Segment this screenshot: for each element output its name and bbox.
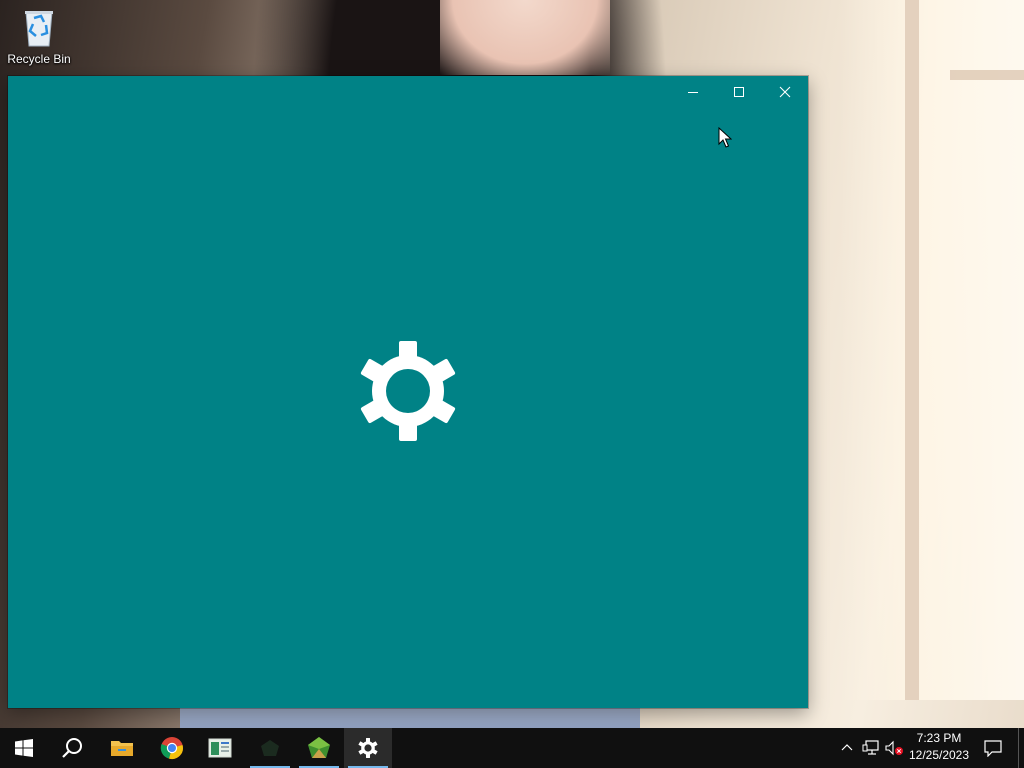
app-window-icon [208,738,232,758]
taskbar-app[interactable] [196,728,244,768]
tray-network[interactable] [861,738,881,758]
taskbar-clock[interactable]: 7:23 PM 12/25/2023 [904,730,974,766]
gear-icon [358,738,378,758]
volume-muted-icon [885,740,903,756]
taskbar-settings[interactable] [344,728,392,768]
taskbar-chrome[interactable] [148,728,196,768]
taskbar-dark-app[interactable] [246,728,294,768]
network-icon [862,740,879,755]
tray-overflow-button[interactable] [837,738,857,758]
show-desktop-button[interactable] [1018,728,1024,768]
taskbar-file-explorer[interactable] [98,728,146,768]
wallpaper-window-frame [950,70,1024,80]
clock-time: 7:23 PM [916,731,962,745]
maximize-button[interactable] [716,76,762,108]
close-button[interactable] [762,76,808,108]
recycle-bin-icon [25,11,53,47]
clock-date: 12/25/2023 [908,748,970,762]
minimize-icon [688,92,698,93]
mouse-cursor-icon [718,127,732,148]
wallpaper-window-frame [905,0,919,700]
action-center-button[interactable] [978,728,1008,768]
desktop-icon-recycle-bin[interactable]: Recycle Bin [4,6,74,74]
windows-logo-icon [15,739,33,757]
taskbar: 7:23 PM 12/25/2023 [0,728,1024,768]
wallpaper-shirt [180,706,640,730]
settings-window[interactable] [8,76,808,708]
desktop-icon-label: Recycle Bin [7,52,71,66]
wallpaper-face [440,0,610,75]
tray-volume[interactable] [885,738,905,758]
chrome-icon [160,737,183,759]
taskbar-green-app[interactable] [295,728,343,768]
notification-icon [984,740,1002,757]
green-gem-icon [308,737,330,758]
maximize-icon [734,87,744,97]
wallpaper-window-light [840,0,1024,700]
close-icon [779,86,791,98]
folder-icon [111,741,133,756]
search-button[interactable] [48,728,96,768]
search-icon [62,738,82,758]
dark-app-icon [261,740,279,756]
start-button[interactable] [0,728,48,768]
minimize-button[interactable] [670,76,716,108]
gear-icon [360,341,456,441]
chevron-up-icon [841,744,853,751]
